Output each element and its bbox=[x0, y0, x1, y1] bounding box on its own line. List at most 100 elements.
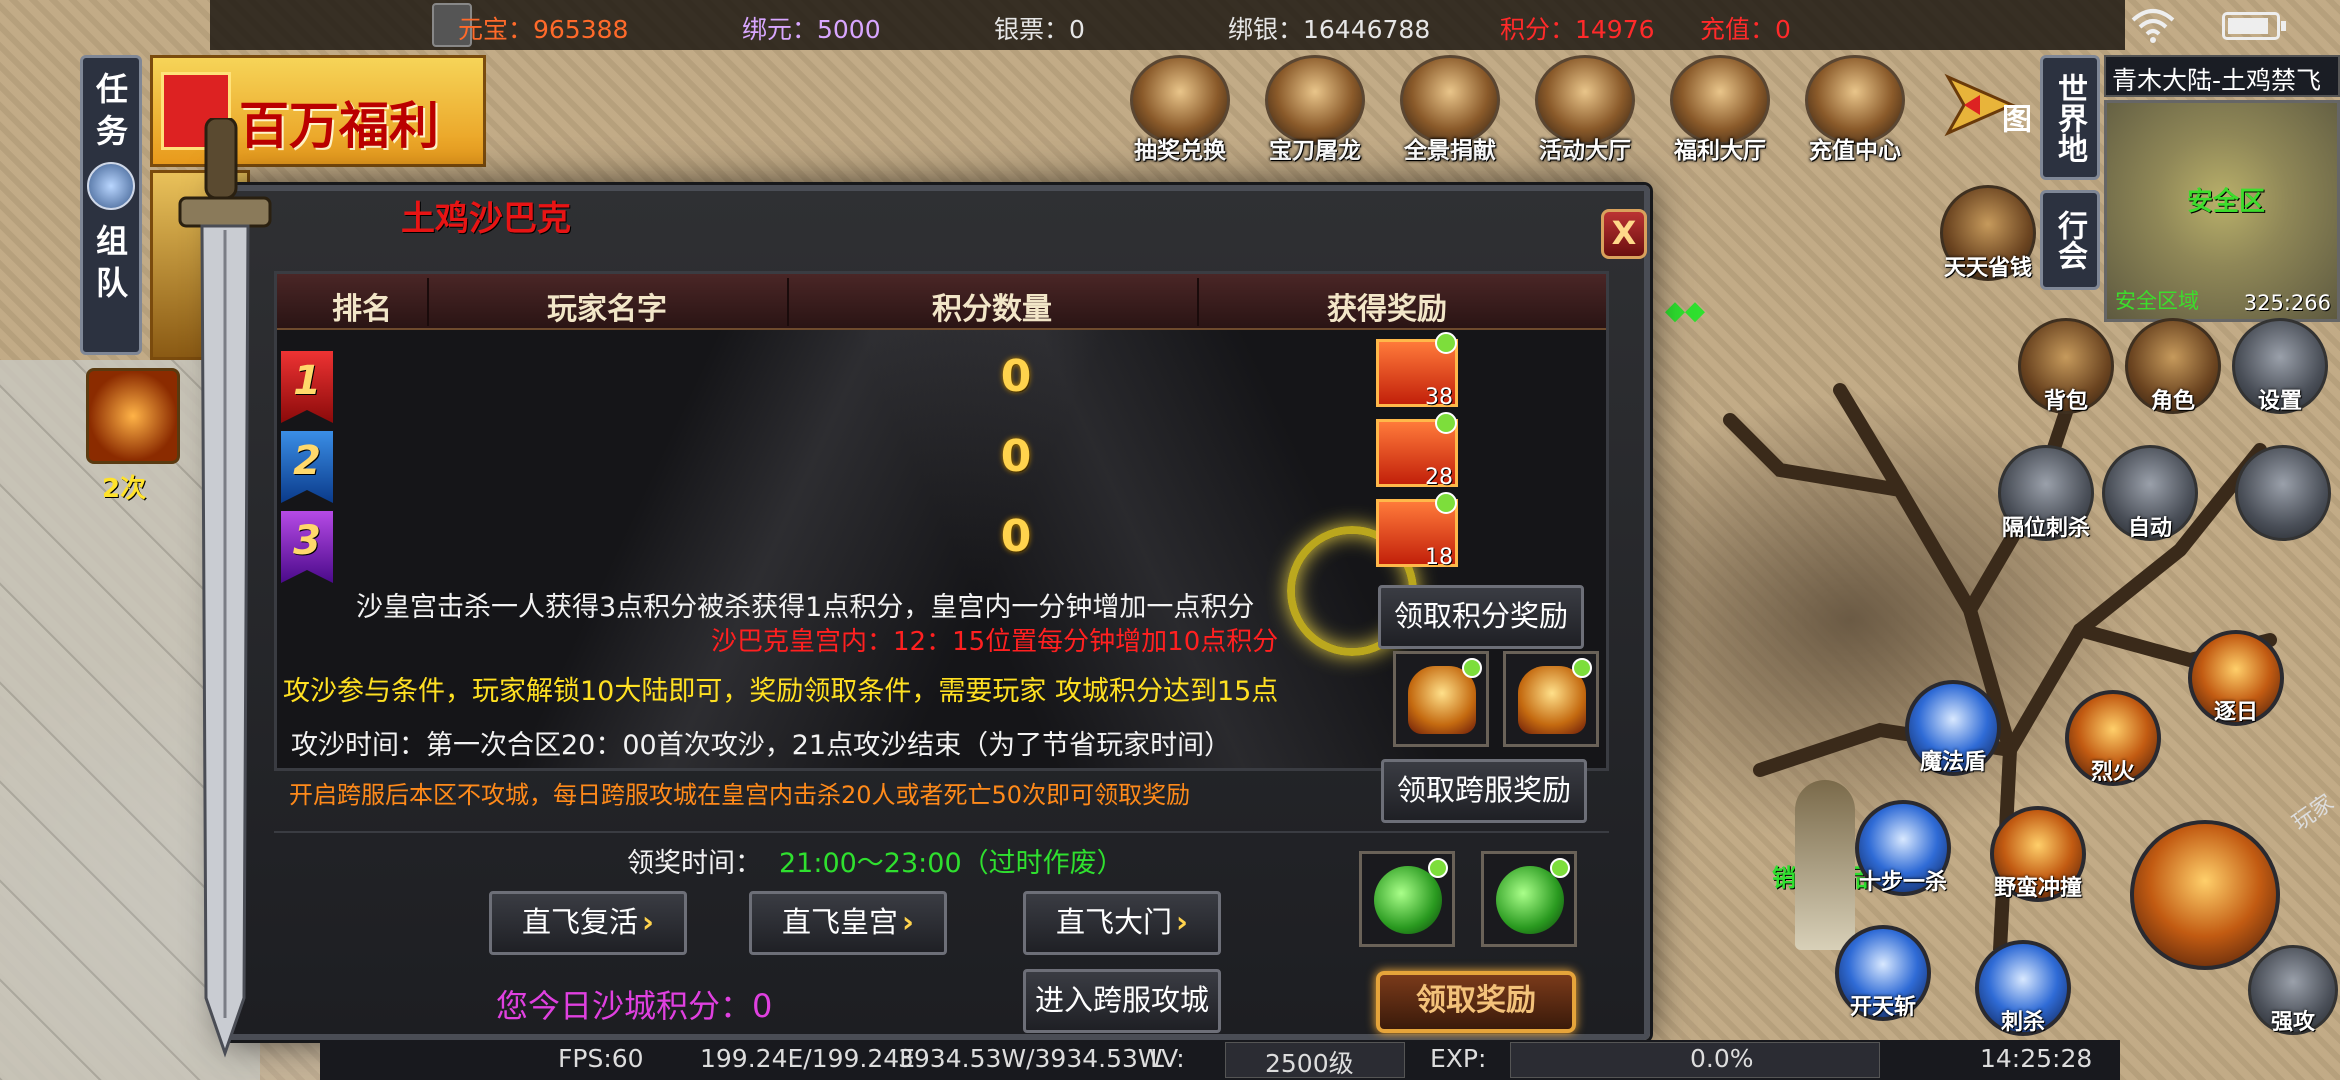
ready-dot bbox=[1435, 492, 1457, 514]
cross-reward-slot[interactable] bbox=[1481, 851, 1577, 947]
charge-icon[interactable] bbox=[86, 368, 180, 464]
reward-count: 38 bbox=[1425, 385, 1453, 410]
npc-figure[interactable] bbox=[1795, 780, 1855, 950]
welfare-hall-button[interactable]: 福利大厅 bbox=[1660, 55, 1780, 165]
skill-stab[interactable]: 刺杀 bbox=[1975, 940, 2071, 1036]
arrow-right-icon: › bbox=[642, 905, 654, 939]
score-value: 0 bbox=[1000, 431, 1032, 482]
currency-bar: 元宝：965388 绑元：5000 银票：0 绑银：16446788 积分：14… bbox=[210, 0, 2125, 50]
sword-decoration bbox=[178, 118, 272, 1058]
wifi-icon bbox=[2131, 9, 2175, 43]
claim-time-label: 领奖时间： bbox=[627, 848, 762, 879]
claim-cross-server-reward-button[interactable]: 领取跨服奖励 bbox=[1381, 759, 1587, 823]
skill-kaitian[interactable]: 开天斩 bbox=[1835, 925, 1931, 1021]
table-header: 排名 玩家名字 积分数量 获得奖励 bbox=[277, 274, 1606, 330]
left-menu: 任务 组队 bbox=[80, 55, 142, 355]
fly-revive-button[interactable]: 直飞复活 › bbox=[489, 891, 687, 955]
bag-button[interactable]: 背包 bbox=[2018, 318, 2114, 414]
close-button[interactable]: X bbox=[1601, 209, 1647, 259]
skill-ten-step[interactable]: 十步一杀 bbox=[1855, 800, 1951, 896]
rule-cross-server: 开启跨服后本区不攻城，每日跨服攻城在皇宫内击杀20人或者死亡50次即可领取奖励 bbox=[289, 781, 1191, 809]
skill-strong-attack[interactable]: 强攻 bbox=[2248, 945, 2338, 1035]
claim-time-value: 21:00～23:00（过时作废） bbox=[779, 848, 1124, 879]
skill-charge[interactable]: 野蛮冲撞 bbox=[1990, 806, 2086, 902]
fly-palace-label: 直飞皇宫 bbox=[782, 905, 899, 939]
exp-label: EXP: bbox=[1430, 1044, 1487, 1073]
enter-cross-server-button[interactable]: 进入跨服攻城 bbox=[1023, 969, 1221, 1033]
area-label: 安全区域 bbox=[2115, 289, 2199, 313]
save-money-button[interactable]: 天天省钱 bbox=[1940, 185, 2036, 281]
ready-dot bbox=[1550, 858, 1570, 878]
main-attack-button[interactable] bbox=[2130, 820, 2280, 970]
role-button[interactable]: 角色 bbox=[2125, 318, 2221, 414]
rule-palace-bonus: 沙巴克皇宫内：12：15位置每分钟增加10点积分 bbox=[711, 627, 1279, 657]
donation-button[interactable]: 全景捐献 bbox=[1390, 55, 1510, 165]
ready-dot bbox=[1435, 332, 1457, 354]
joystick-toggle-button[interactable] bbox=[2235, 445, 2331, 541]
ready-dot bbox=[1435, 412, 1457, 434]
recharge-center-button[interactable]: 充值中心 bbox=[1795, 55, 1915, 165]
level-label: LV: bbox=[1150, 1044, 1185, 1073]
minimap[interactable]: 安全区 安全区域 325:266 bbox=[2104, 100, 2340, 322]
bound-silver: 绑银：16446788 bbox=[1228, 15, 1431, 44]
player-coordinates: 325:266 bbox=[2243, 291, 2331, 315]
activity-hall-button[interactable]: 活动大厅 bbox=[1525, 55, 1645, 165]
col-player-name: 玩家名字 bbox=[547, 292, 667, 327]
status-bar: FPS:60 199.24E/199.24E 3934.53W/3934.53W… bbox=[320, 1040, 2120, 1080]
skill-flame[interactable]: 烈火 bbox=[2065, 690, 2161, 786]
arrow-right-icon: › bbox=[1176, 905, 1188, 939]
col-score: 积分数量 bbox=[932, 292, 1052, 327]
col-reward: 获得奖励 bbox=[1327, 292, 1447, 327]
rule-kill-points: 沙皇宫击杀一人获得3点积分被杀获得1点积分，皇宫内一分钟增加一点积分 bbox=[356, 592, 1255, 623]
claim-points-reward-button[interactable]: 领取积分奖励 bbox=[1378, 585, 1584, 649]
auto-battle-button[interactable]: 自动 bbox=[2102, 445, 2198, 541]
claim-reward-button[interactable]: 领取奖励 bbox=[1376, 971, 1576, 1033]
ready-dot bbox=[1428, 858, 1448, 878]
fly-palace-button[interactable]: 直飞皇宫 › bbox=[749, 891, 947, 955]
sabac-dialog: 土鸡沙巴克 X 排名 玩家名字 积分数量 获得奖励 1 0 38 2 0 28 … bbox=[225, 185, 1650, 1040]
guild-tab[interactable]: 行会 bbox=[2040, 190, 2100, 290]
hp-value: 199.24E/199.24E bbox=[700, 1044, 915, 1073]
refresh-icon[interactable] bbox=[87, 162, 135, 210]
reward-count: 18 bbox=[1425, 545, 1453, 570]
cross-reward-slot[interactable] bbox=[1359, 851, 1455, 947]
skill-stealth-button[interactable]: 隔位刺杀 bbox=[1998, 445, 2094, 541]
points: 积分：14976 bbox=[1500, 15, 1655, 44]
bound-yuanbao: 绑元：5000 bbox=[742, 15, 881, 44]
rule-participation: 攻沙参与条件，玩家解锁10大陆即可，奖励领取条件，需要玩家 攻城积分达到15点 bbox=[283, 676, 1279, 707]
settings-button[interactable]: 设置 bbox=[2232, 318, 2328, 414]
ready-dot bbox=[1462, 658, 1482, 678]
skill-magic-shield[interactable]: 魔法盾 bbox=[1905, 680, 2001, 776]
reward-bag-slot[interactable] bbox=[1503, 651, 1599, 747]
rule-siege-time: 攻沙时间：第一次合区20：00首次攻沙，21点攻沙结束（为了节省玩家时间） bbox=[291, 730, 1232, 761]
silver-notes: 银票：0 bbox=[994, 15, 1085, 44]
reward-chest[interactable]: 38 bbox=[1376, 332, 1458, 410]
team-tab[interactable]: 组队 bbox=[96, 220, 128, 304]
world-map-tab[interactable]: 世界地图 bbox=[1996, 55, 2100, 180]
task-tab[interactable]: 任务 bbox=[96, 68, 128, 152]
fps: FPS:60 bbox=[558, 1044, 644, 1073]
reward-chest[interactable]: 28 bbox=[1376, 412, 1458, 490]
reward-chest[interactable]: 18 bbox=[1376, 492, 1458, 570]
clock: 14:25:28 bbox=[1980, 1044, 2093, 1073]
ready-dot bbox=[1572, 658, 1592, 678]
fly-gate-button[interactable]: 直飞大门 › bbox=[1023, 891, 1221, 955]
map-tabs: 世界地图 行会 bbox=[1996, 55, 2106, 300]
charge-times: 2次 bbox=[102, 474, 147, 504]
fly-gate-label: 直飞大门 bbox=[1056, 905, 1173, 939]
dragon-slayer-button[interactable]: 宝刀屠龙 bbox=[1255, 55, 1375, 165]
col-rank: 排名 bbox=[332, 292, 392, 327]
map-name: 青木大陆-土鸡禁飞 bbox=[2104, 55, 2340, 97]
lottery-exchange-button[interactable]: 抽奖兑换 bbox=[1120, 55, 1240, 165]
reward-bag-slot[interactable] bbox=[1393, 651, 1489, 747]
today-score: 您今日沙城积分：0 bbox=[496, 987, 773, 1025]
score-value: 0 bbox=[1000, 351, 1032, 402]
exp-value: 0.0% bbox=[1690, 1044, 1754, 1073]
dialog-title: 土鸡沙巴克 bbox=[401, 199, 571, 239]
arrow-right-icon: › bbox=[902, 905, 914, 939]
level-value: 2500级 bbox=[1265, 1049, 1354, 1078]
yuanbao: 元宝：965388 bbox=[458, 15, 629, 44]
fly-revive-label: 直飞复活 bbox=[522, 905, 639, 939]
skill-zhuri[interactable]: 逐日 bbox=[2188, 630, 2284, 726]
score-value: 0 bbox=[1000, 511, 1032, 562]
